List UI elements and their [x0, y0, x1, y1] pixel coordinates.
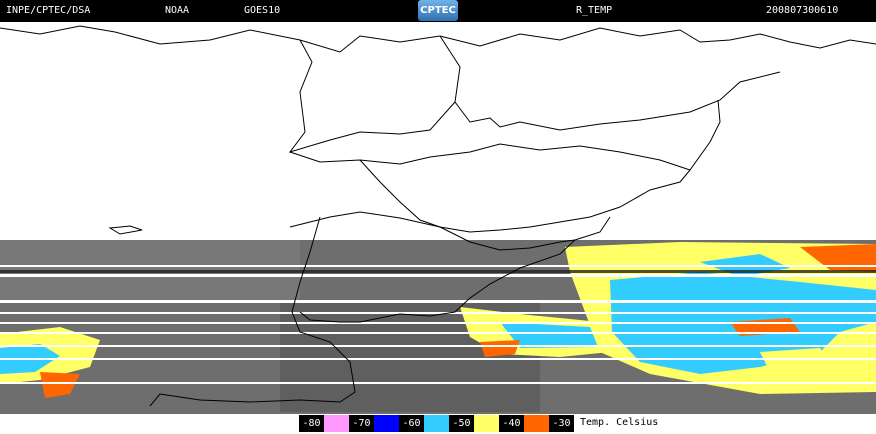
- legend-swatch: [524, 415, 549, 432]
- satellite-map: [0, 22, 876, 414]
- header-bar: INPE/CPTEC/DSA NOAA GOES10 CPTEC R_TEMP …: [0, 0, 876, 22]
- legend-swatch: [424, 415, 449, 432]
- legend-label: -50: [449, 415, 474, 432]
- legend-label: -30: [549, 415, 574, 432]
- satellite-label: GOES10: [244, 5, 281, 16]
- cptec-logo: CPTEC: [418, 0, 458, 21]
- legend-label: -40: [499, 415, 524, 432]
- dark-scan-line: [0, 270, 876, 273]
- agency-label: NOAA: [165, 5, 190, 16]
- legend-label: -80: [299, 415, 324, 432]
- institution-label: INPE/CPTEC/DSA: [6, 5, 91, 16]
- timestamp-label: 200807300610: [766, 5, 839, 16]
- legend-swatch: [374, 415, 399, 432]
- legend-unit: Temp. Celsius: [580, 417, 659, 428]
- legend-swatch: [474, 415, 499, 432]
- temperature-legend: -80 -70 -60 -50 -40 -30 Temp. Celsius: [0, 414, 876, 434]
- product-label: R_TEMP: [576, 5, 613, 16]
- legend-label: -70: [349, 415, 374, 432]
- legend-label: -60: [399, 415, 424, 432]
- legend-swatch: [324, 415, 349, 432]
